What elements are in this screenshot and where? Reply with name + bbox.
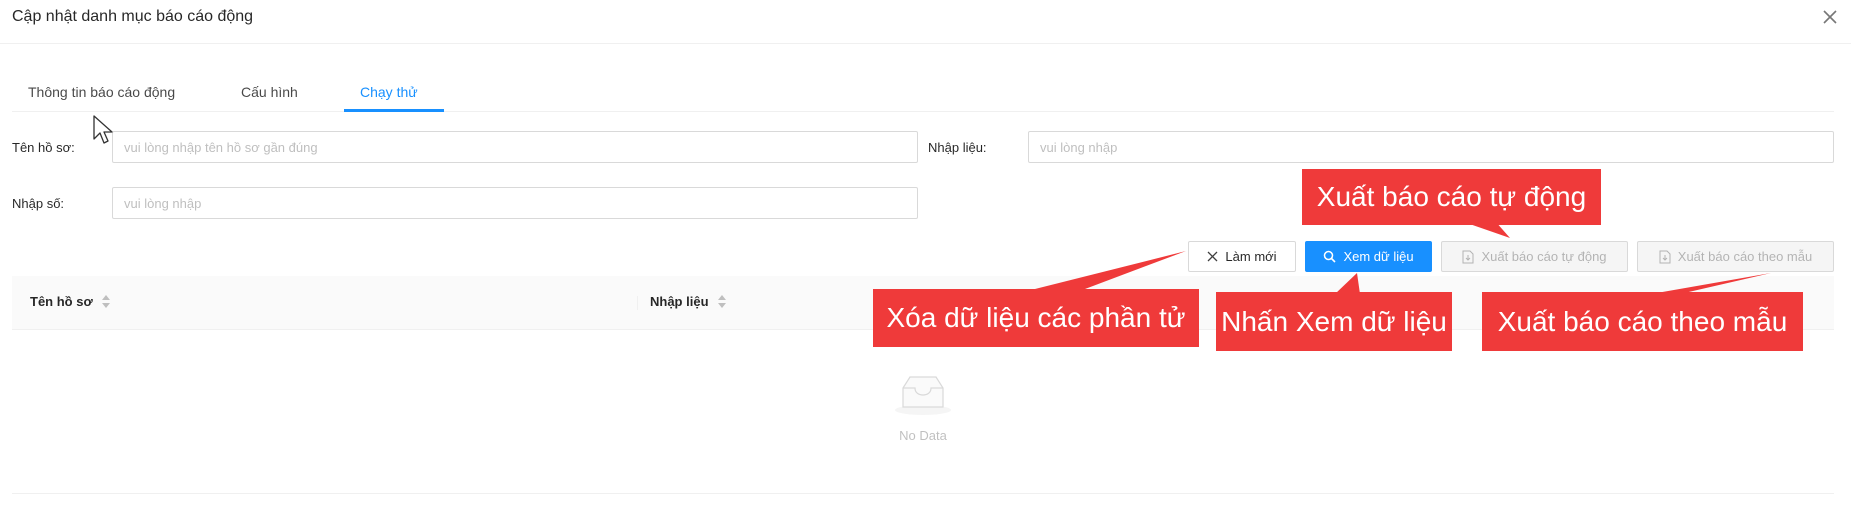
tab-test-run[interactable]: Chạy thử	[360, 82, 418, 102]
column-header-profile-name[interactable]: Tên hồ sơ	[30, 294, 110, 309]
annotation-export-auto: Xuất báo cáo tự động	[1302, 169, 1601, 225]
file-export-icon	[1659, 250, 1671, 263]
modal-header: Cập nhật danh mục báo cáo động	[0, 0, 1851, 44]
column-header-label: Nhập liệu	[650, 294, 709, 309]
search-icon	[1324, 250, 1337, 263]
profile-name-input[interactable]	[112, 131, 918, 163]
view-data-button[interactable]: Xem dữ liệu	[1305, 241, 1432, 272]
number-entry-input[interactable]	[112, 187, 918, 219]
view-data-button-label: Xem dữ liệu	[1343, 249, 1414, 264]
tab-config[interactable]: Cấu hình	[241, 82, 298, 102]
column-divider	[637, 296, 638, 310]
sort-icon[interactable]	[717, 295, 726, 308]
annotation-view-data: Nhấn Xem dữ liệu	[1216, 292, 1452, 351]
export-auto-button[interactable]: Xuất báo cáo tự động	[1441, 241, 1628, 272]
export-auto-button-label: Xuất báo cáo tự động	[1481, 249, 1607, 264]
export-template-button[interactable]: Xuất báo cáo theo mẫu	[1637, 241, 1834, 272]
close-icon[interactable]	[1819, 6, 1841, 28]
number-entry-label: Nhập số:	[12, 196, 65, 211]
column-header-label: Tên hồ sơ	[30, 294, 93, 309]
modal-title: Cập nhật danh mục báo cáo động	[12, 8, 254, 25]
data-entry-input[interactable]	[1028, 131, 1834, 163]
empty-inbox-icon	[895, 376, 951, 415]
profile-name-label: Tên hồ sơ:	[12, 140, 75, 155]
file-export-icon	[1462, 250, 1474, 263]
annotation-export-template: Xuất báo cáo theo mẫu	[1482, 292, 1803, 351]
mouse-cursor-icon	[93, 115, 113, 144]
active-tab-indicator	[344, 109, 444, 112]
tab-report-info[interactable]: Thông tin báo cáo động	[28, 82, 175, 102]
reset-button[interactable]: Làm mới	[1188, 241, 1296, 272]
data-entry-label: Nhập liệu:	[928, 140, 987, 155]
empty-text: No Data	[899, 428, 947, 443]
column-header-data-entry[interactable]: Nhập liệu	[650, 294, 726, 309]
tab-bar: Thông tin báo cáo động Cấu hình Chạy thử	[12, 70, 1834, 112]
reset-button-label: Làm mới	[1225, 249, 1277, 264]
sort-icon[interactable]	[101, 295, 110, 308]
table-empty-state: No Data	[12, 331, 1834, 494]
export-template-button-label: Xuất báo cáo theo mẫu	[1677, 249, 1813, 264]
annotation-clear-data: Xóa dữ liệu các phần tử	[873, 289, 1199, 347]
close-icon	[1207, 251, 1218, 262]
